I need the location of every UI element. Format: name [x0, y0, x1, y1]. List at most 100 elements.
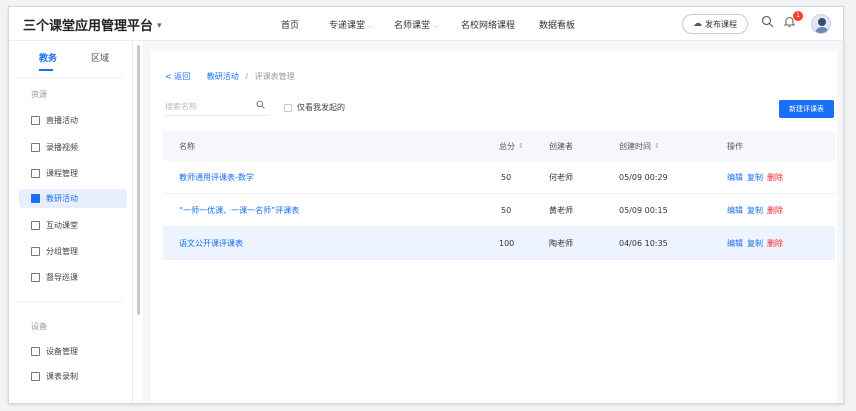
new-evaluation-form-button[interactable]: 新建评课表 [779, 100, 834, 118]
row-score: 50 [501, 172, 512, 182]
sidebar-tabs: 教务 区域 [9, 41, 133, 77]
sidebar-item-label: 设备管理 [46, 347, 78, 356]
supervise-icon [31, 273, 40, 282]
nav-dedicated-class[interactable]: 专递课堂 ⌵ [329, 18, 373, 31]
row-created-time: 05/09 00:15 [619, 205, 668, 215]
sidebar-item-group-management[interactable]: 分组管理 [19, 242, 127, 261]
app-title-dropdown[interactable]: 三个课堂应用管理平台 ▾ [23, 15, 162, 34]
column-label: 名称 [179, 141, 195, 151]
divider [19, 77, 123, 78]
tab-region[interactable]: 区域 [91, 51, 109, 64]
sidebar-item-label: 督导巡课 [46, 273, 78, 282]
column-label: 操作 [727, 141, 743, 151]
nav-dedicated-class-label: 专递课堂 [329, 21, 366, 31]
chevron-down-icon: ⌵ [368, 22, 374, 30]
delete-button[interactable]: 删除 [767, 205, 783, 216]
breadcrumb-parent-link[interactable]: 教研活动 [207, 72, 239, 81]
row-creator: 黄老师 [549, 205, 573, 215]
sidebar-item-label: 分组管理 [46, 247, 78, 256]
column-header-actions: 操作 [727, 131, 743, 161]
row-created-time: 05/09 00:29 [619, 172, 668, 182]
edit-button[interactable]: 编辑 [727, 172, 743, 183]
sidebar-item-schedule-recording[interactable]: 课表录制 [19, 367, 127, 386]
sidebar-item-interactive-class[interactable]: 互动课堂 [19, 216, 127, 235]
sidebar-item-label: 教研活动 [46, 194, 78, 203]
column-label: 总分 [499, 141, 515, 151]
row-name-link[interactable]: “一师一优课、一课一名师”评课表 [179, 205, 299, 216]
delete-button[interactable]: 删除 [767, 172, 783, 183]
sidebar-item-label: 录播视频 [46, 143, 78, 152]
column-label: 创建时间 [619, 141, 651, 151]
nav-home[interactable]: 首页 [281, 18, 299, 31]
row-creator: 何老师 [549, 172, 573, 182]
nav-school-network-course[interactable]: 名校网络课程 [461, 18, 515, 31]
device-icon [31, 347, 40, 356]
delete-button[interactable]: 删除 [767, 238, 783, 249]
nav-data-board[interactable]: 数据看板 [539, 18, 575, 31]
column-header-name: 名称 [179, 131, 195, 161]
search-box [165, 98, 269, 116]
nav-home-label: 首页 [281, 21, 300, 31]
nav-famous-teacher[interactable]: 名师课堂 ⌵ [394, 18, 438, 31]
top-header: 三个课堂应用管理平台 ▾ 首页 专递课堂 ⌵ 名师课堂 ⌵ 名校网络课程 数据看板 ☁… [9, 7, 843, 41]
video-icon [31, 143, 40, 152]
evaluation-table: 名称 总分 ⇕ 创建者 创建时间 ⇕ 操作 教师通用评课表-数学 50 何老师 05… [163, 131, 835, 260]
section-label-devices: 设备 [31, 322, 47, 331]
search-icon[interactable] [256, 98, 265, 116]
tab-underline [39, 69, 53, 71]
section-label-resources: 资源 [31, 90, 47, 99]
research-icon [31, 194, 40, 203]
table-row: 语文公开课评课表 100 陶老师 04/06 10:35 编辑 复制 删除 [163, 227, 835, 260]
copy-button[interactable]: 复制 [747, 172, 763, 183]
sort-icon: ⇕ [518, 142, 524, 150]
row-name-link[interactable]: 语文公开课评课表 [179, 238, 243, 249]
course-icon [31, 169, 40, 178]
search-input[interactable] [165, 102, 245, 111]
sidebar-item-supervision[interactable]: 督导巡课 [19, 268, 127, 287]
app-title: 三个课堂应用管理平台 [23, 19, 154, 34]
publish-course-label: 发布课程 [705, 19, 737, 29]
sidebar-item-label: 互动课堂 [46, 221, 78, 230]
only-mine-label: 仅看我发起的 [297, 103, 345, 112]
copy-button[interactable]: 复制 [747, 238, 763, 249]
sidebar-item-recorded-video[interactable]: 录播视频 [19, 138, 127, 157]
search-icon[interactable] [761, 15, 774, 32]
column-header-score[interactable]: 总分 ⇕ [499, 131, 524, 161]
table-row: 教师通用评课表-数学 50 何老师 05/09 00:29 编辑 复制 删除 [163, 161, 835, 194]
publish-course-button[interactable]: ☁ 发布课程 [682, 14, 748, 34]
chevron-down-icon: ⌵ [433, 22, 439, 30]
sort-icon: ⇕ [654, 142, 660, 150]
row-creator: 陶老师 [549, 238, 573, 248]
column-header-created-time[interactable]: 创建时间 ⇕ [619, 131, 660, 161]
tab-academic[interactable]: 教务 [39, 51, 57, 64]
app-window: 三个课堂应用管理平台 ▾ 首页 专递课堂 ⌵ 名师课堂 ⌵ 名校网络课程 数据看板 ☁… [8, 6, 844, 404]
nav-data-board-label: 数据看板 [539, 21, 576, 31]
edit-button[interactable]: 编辑 [727, 205, 743, 216]
sidebar-item-label: 直播活动 [46, 116, 78, 125]
sidebar-item-label: 课程管理 [46, 169, 78, 178]
nav-school-network-course-label: 名校网络课程 [461, 21, 516, 31]
only-mine-checkbox[interactable]: 仅看我发起的 [284, 102, 345, 113]
row-name-link[interactable]: 教师通用评课表-数学 [179, 172, 254, 183]
edit-button[interactable]: 编辑 [727, 238, 743, 249]
avatar[interactable] [811, 14, 831, 34]
sidebar-item-device-management[interactable]: 设备管理 [19, 342, 127, 361]
copy-button[interactable]: 复制 [747, 205, 763, 216]
sidebar-item-research-activity[interactable]: 教研活动 [19, 189, 127, 208]
checkbox-box[interactable] [284, 103, 292, 112]
column-label: 创建者 [549, 141, 573, 151]
back-link[interactable]: < 返回 [165, 72, 190, 81]
cloud-upload-icon: ☁ [693, 19, 702, 29]
sidebar-item-label: 课表录制 [46, 372, 78, 381]
live-icon [31, 116, 40, 125]
nav-famous-teacher-label: 名师课堂 [394, 21, 431, 31]
table-row: “一师一优课、一课一名师”评课表 50 黄老师 05/09 00:15 编辑 复… [163, 194, 835, 227]
sidebar-item-live[interactable]: 直播活动 [19, 111, 127, 130]
sidebar-scrollbar[interactable] [137, 45, 140, 315]
breadcrumb-separator: / [245, 72, 249, 81]
sidebar-item-course-management[interactable]: 课程管理 [19, 164, 127, 183]
row-created-time: 04/06 10:35 [619, 238, 668, 248]
main-area: < 返回 教研活动 / 评课表管理 仅看我发起的 新建评课表 名称 总分⇕ 创 [143, 41, 843, 403]
row-score: 50 [501, 205, 512, 215]
notification-badge: 1 [793, 11, 803, 21]
